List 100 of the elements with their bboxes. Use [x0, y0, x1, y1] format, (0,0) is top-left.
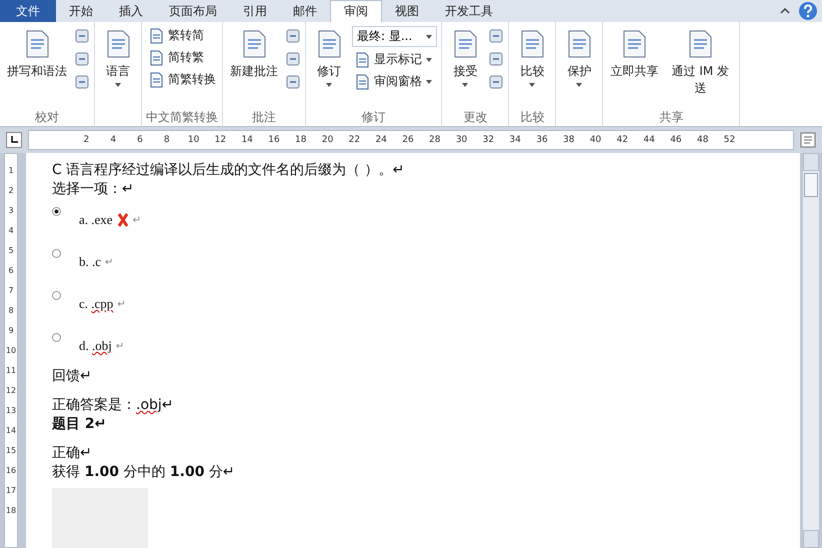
ruler-number: 4 [109, 135, 118, 145]
ribbon-tab[interactable]: 审阅 [330, 0, 382, 22]
ruler-number: 14 [5, 426, 17, 437]
ruler-number: 12 [5, 386, 17, 397]
toolbar-icon[interactable] [488, 28, 504, 44]
toolbar-icon[interactable] [74, 51, 90, 67]
ruler-number: 46 [669, 135, 683, 145]
ruler-number: 11 [5, 366, 17, 377]
ruler-number: 14 [240, 135, 254, 145]
document-icon [354, 74, 370, 90]
option-text: a. .exe [79, 212, 113, 228]
document-icon [148, 50, 164, 66]
toolbar-icon[interactable] [74, 74, 90, 90]
ribbon-button[interactable]: 修订 [310, 26, 348, 89]
ruler-number: 7 [7, 286, 15, 297]
toolbar-icon[interactable] [74, 28, 90, 44]
ribbon-tab[interactable]: 插入 [106, 0, 156, 22]
ruler-number: 8 [7, 306, 15, 317]
toolbar-icon[interactable] [285, 51, 301, 67]
ribbon-tab[interactable]: 引用 [230, 0, 280, 22]
result-text: 正确↵ [52, 444, 93, 463]
radio-button[interactable] [52, 249, 61, 258]
group-label: 共享 [659, 108, 684, 126]
group-label: 修订 [362, 108, 386, 126]
option-text: d. .obj [79, 338, 112, 354]
ruler-number: 8 [162, 135, 171, 145]
markup-dropdown[interactable]: 最终: 显... [352, 26, 438, 47]
ruler-number: 42 [616, 135, 630, 145]
ribbon-button[interactable]: 简转繁 [146, 48, 218, 67]
paragraph-mark: ↵ [105, 256, 114, 268]
ribbon-button[interactable]: 接受 [446, 26, 484, 89]
radio-button[interactable] [52, 333, 61, 342]
help-icon[interactable] [798, 1, 818, 21]
toolbar-icon[interactable] [488, 74, 504, 90]
group-label: 批注 [252, 108, 276, 126]
ruler-number: 48 [696, 135, 710, 145]
radio-button[interactable] [52, 207, 61, 216]
score-text: 获得 1.00 分中的 1.00 分↵ [52, 463, 236, 482]
question-text: C 语言程序经过编译以后生成的文件名的后缀为（ ）。↵ [52, 161, 406, 180]
ruler-number: 10 [186, 135, 200, 145]
ribbon-button[interactable]: 拼写和语法 [4, 26, 70, 82]
toolbar-icon[interactable] [488, 51, 504, 67]
ruler-number: 26 [401, 135, 415, 145]
answer-text: 正确答案是：.obj↵ [52, 396, 175, 415]
feedback-text: 回馈↵ [52, 367, 93, 386]
paragraph-mark: ↵ [116, 340, 124, 352]
group-label: 更改 [463, 108, 488, 126]
view-ruler-icon[interactable] [800, 132, 816, 148]
ribbon-button[interactable]: 立即共享 [607, 26, 662, 82]
ruler-number: 40 [588, 135, 602, 145]
ruler-number: 24 [374, 135, 388, 145]
document-icon [148, 28, 164, 44]
ruler-number: 38 [562, 135, 576, 145]
ruler-number: 6 [136, 135, 144, 145]
group-label: 比较 [520, 108, 544, 126]
dropdown-arrow-icon [529, 83, 536, 87]
ruler-number: 15 [5, 446, 17, 457]
ribbon-tab[interactable]: 页面布局 [156, 0, 230, 22]
dropdown-arrow-icon [326, 83, 332, 87]
toolbar-icon[interactable] [285, 28, 301, 44]
ruler-number: 17 [5, 486, 17, 497]
ruler-number: 16 [5, 466, 17, 477]
ruler-number: 30 [454, 135, 468, 145]
ribbon-button[interactable]: 繁转简 [146, 26, 218, 45]
paragraph-mark: ↵ [117, 298, 126, 310]
ruler-number: 36 [535, 135, 549, 145]
ribbon-tab[interactable]: 视图 [382, 0, 432, 22]
ribbon-button[interactable]: 新建批注 [227, 26, 281, 82]
group-label: 校对 [35, 108, 59, 126]
collapse-ribbon-icon[interactable] [780, 8, 790, 14]
ruler-number: 1 [7, 166, 15, 177]
ruler-number: 28 [428, 135, 442, 145]
group-label: 中文简繁转换 [146, 108, 218, 126]
document-icon [148, 72, 164, 88]
document-icon [354, 52, 370, 68]
ruler-number: 12 [214, 135, 228, 145]
ruler-number: 2 [82, 135, 90, 145]
file-menu-tab[interactable]: 文件 [0, 0, 56, 22]
ribbon-button[interactable]: 比较 [513, 26, 552, 89]
dropdown-arrow-icon [426, 34, 432, 38]
radio-button[interactable] [52, 291, 61, 300]
ribbon-tab[interactable]: 开始 [56, 0, 106, 22]
ruler-number: 18 [5, 506, 17, 517]
ribbon-button[interactable]: 语言 [99, 26, 137, 89]
ribbon-button[interactable]: 显示标记 [352, 50, 438, 69]
tab-selector[interactable] [6, 132, 22, 148]
toolbar-icon[interactable] [285, 74, 301, 90]
ruler-number: 5 [7, 246, 15, 257]
ruler-number: 2 [7, 186, 15, 197]
ribbon-button[interactable]: 保护 [560, 26, 598, 89]
ribbon-button[interactable]: 简繁转换 [146, 70, 218, 89]
ribbon-tab[interactable]: 邮件 [280, 0, 330, 22]
ruler-number: 52 [722, 135, 736, 145]
vertical-scrollbar[interactable] [803, 153, 819, 548]
ruler-number: 10 [5, 346, 17, 357]
ruler-number: 3 [7, 206, 15, 217]
ribbon-tab[interactable]: 开发工具 [432, 0, 506, 22]
ribbon-button[interactable]: 通过 IM 发送 [665, 26, 736, 99]
ruler-number: 22 [348, 135, 362, 145]
ribbon-button[interactable]: 审阅窗格 [352, 72, 438, 91]
